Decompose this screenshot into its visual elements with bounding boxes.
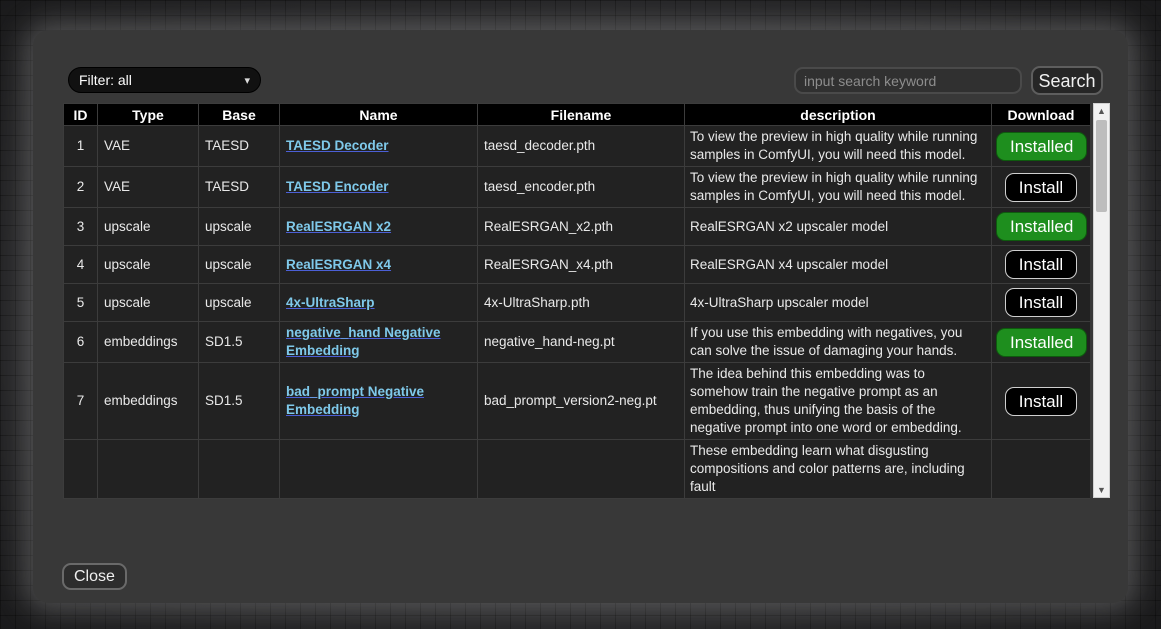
- scroll-up-icon[interactable]: ▲: [1094, 104, 1109, 118]
- cell-name: TAESD Encoder: [280, 167, 478, 208]
- model-name-link[interactable]: TAESD Decoder: [286, 138, 389, 153]
- cell-id: 5: [64, 284, 98, 322]
- cell-id: [64, 440, 98, 499]
- cell-name: RealESRGAN x4: [280, 246, 478, 284]
- cell-type: VAE: [98, 167, 199, 208]
- cell-description: If you use this embedding with negatives…: [685, 322, 992, 363]
- cell-description: 4x-UltraSharp upscaler model: [685, 284, 992, 322]
- cell-description: To view the preview in high quality whil…: [685, 126, 992, 167]
- install-button[interactable]: Install: [1005, 173, 1077, 202]
- scroll-down-icon[interactable]: ▼: [1094, 483, 1109, 497]
- search-button[interactable]: Search: [1031, 66, 1103, 95]
- close-button[interactable]: Close: [62, 563, 127, 590]
- install-button[interactable]: Install: [1005, 387, 1077, 416]
- scrollbar-thumb[interactable]: [1096, 120, 1107, 212]
- model-name-link[interactable]: negative_hand Negative Embedding: [286, 325, 441, 358]
- cell-filename: negative_hand-neg.pt: [478, 322, 685, 363]
- cell-base: upscale: [199, 246, 280, 284]
- col-header-type: Type: [98, 104, 199, 126]
- cell-type: upscale: [98, 246, 199, 284]
- cell-description: RealESRGAN x4 upscaler model: [685, 246, 992, 284]
- cell-description: The idea behind this embedding was to so…: [685, 363, 992, 440]
- cell-description: RealESRGAN x2 upscaler model: [685, 208, 992, 246]
- table-scrollbar[interactable]: ▲ ▼: [1093, 103, 1110, 498]
- cell-name: [280, 440, 478, 499]
- cell-download: Installed: [992, 208, 1091, 246]
- col-header-description: description: [685, 104, 992, 126]
- model-install-dialog: Filter: all ▾ Search ID Type Base Name F…: [33, 30, 1128, 603]
- cell-base: upscale: [199, 284, 280, 322]
- col-header-download: Download: [992, 104, 1091, 126]
- installed-button[interactable]: Installed: [996, 328, 1087, 357]
- cell-base: SD1.5: [199, 363, 280, 440]
- cell-filename: RealESRGAN_x2.pth: [478, 208, 685, 246]
- model-name-link[interactable]: 4x-UltraSharp: [286, 295, 375, 310]
- model-name-link[interactable]: TAESD Encoder: [286, 179, 389, 194]
- model-name-link[interactable]: bad_prompt Negative Embedding: [286, 384, 424, 417]
- cell-base: [199, 440, 280, 499]
- cell-filename: taesd_decoder.pth: [478, 126, 685, 167]
- cell-base: upscale: [199, 208, 280, 246]
- cell-type: [98, 440, 199, 499]
- table-row: These embedding learn what disgusting co…: [64, 440, 1091, 499]
- table-row: 3upscaleupscaleRealESRGAN x2RealESRGAN_x…: [64, 208, 1091, 246]
- col-header-id: ID: [64, 104, 98, 126]
- cell-type: embeddings: [98, 363, 199, 440]
- cell-name: RealESRGAN x2: [280, 208, 478, 246]
- model-name-link[interactable]: RealESRGAN x4: [286, 257, 391, 272]
- cell-name: negative_hand Negative Embedding: [280, 322, 478, 363]
- table-row: 4upscaleupscaleRealESRGAN x4RealESRGAN_x…: [64, 246, 1091, 284]
- cell-download: [992, 440, 1091, 499]
- table-row: 6embeddingsSD1.5negative_hand Negative E…: [64, 322, 1091, 363]
- filter-select[interactable]: Filter: all ▾: [68, 67, 261, 93]
- cell-id: 3: [64, 208, 98, 246]
- cell-id: 2: [64, 167, 98, 208]
- cell-filename: taesd_encoder.pth: [478, 167, 685, 208]
- cell-name: bad_prompt Negative Embedding: [280, 363, 478, 440]
- cell-filename: 4x-UltraSharp.pth: [478, 284, 685, 322]
- filter-select-value: Filter: all: [79, 72, 132, 88]
- model-table-body: 1VAETAESDTAESD Decodertaesd_decoder.pthT…: [64, 126, 1091, 499]
- cell-type: upscale: [98, 284, 199, 322]
- installed-button[interactable]: Installed: [996, 212, 1087, 241]
- col-header-filename: Filename: [478, 104, 685, 126]
- cell-base: TAESD: [199, 167, 280, 208]
- model-name-link[interactable]: RealESRGAN x2: [286, 219, 391, 234]
- install-button[interactable]: Install: [1005, 288, 1077, 317]
- install-button[interactable]: Install: [1005, 250, 1077, 279]
- cell-download: Installed: [992, 322, 1091, 363]
- cell-id: 7: [64, 363, 98, 440]
- col-header-base: Base: [199, 104, 280, 126]
- col-header-name: Name: [280, 104, 478, 126]
- cell-description: To view the preview in high quality whil…: [685, 167, 992, 208]
- table-row: 2VAETAESD TAESD Encoder taesd_encoder.pthT…: [64, 167, 1091, 208]
- cell-filename: [478, 440, 685, 499]
- cell-download: Install: [992, 284, 1091, 322]
- cell-filename: bad_prompt_version2-neg.pt: [478, 363, 685, 440]
- cell-download: Install: [992, 246, 1091, 284]
- cell-name: TAESD Decoder: [280, 126, 478, 167]
- table-header: ID Type Base Name Filename description D…: [64, 104, 1091, 126]
- cell-id: 6: [64, 322, 98, 363]
- cell-name: 4x-UltraSharp: [280, 284, 478, 322]
- cell-type: upscale: [98, 208, 199, 246]
- cell-download: Install: [992, 167, 1091, 208]
- cell-type: VAE: [98, 126, 199, 167]
- search-input[interactable]: [794, 67, 1022, 94]
- cell-type: embeddings: [98, 322, 199, 363]
- table-row: 1VAETAESD TAESD Decoder taesd_decoder.pthT…: [64, 126, 1091, 167]
- cell-download: Install: [992, 363, 1091, 440]
- table-row: 7embeddingsSD1.5bad_prompt Negative Embe…: [64, 363, 1091, 440]
- cell-filename: RealESRGAN_x4.pth: [478, 246, 685, 284]
- installed-button[interactable]: Installed: [996, 132, 1087, 161]
- cell-download: Installed: [992, 126, 1091, 167]
- cell-id: 1: [64, 126, 98, 167]
- cell-id: 4: [64, 246, 98, 284]
- cell-description: These embedding learn what disgusting co…: [685, 440, 992, 499]
- chevron-down-icon: ▾: [244, 74, 250, 87]
- cell-base: TAESD: [199, 126, 280, 167]
- cell-base: SD1.5: [199, 322, 280, 363]
- model-table: ID Type Base Name Filename description D…: [63, 103, 1090, 500]
- table-row: 5upscaleupscale4x-UltraSharp4x-UltraShar…: [64, 284, 1091, 322]
